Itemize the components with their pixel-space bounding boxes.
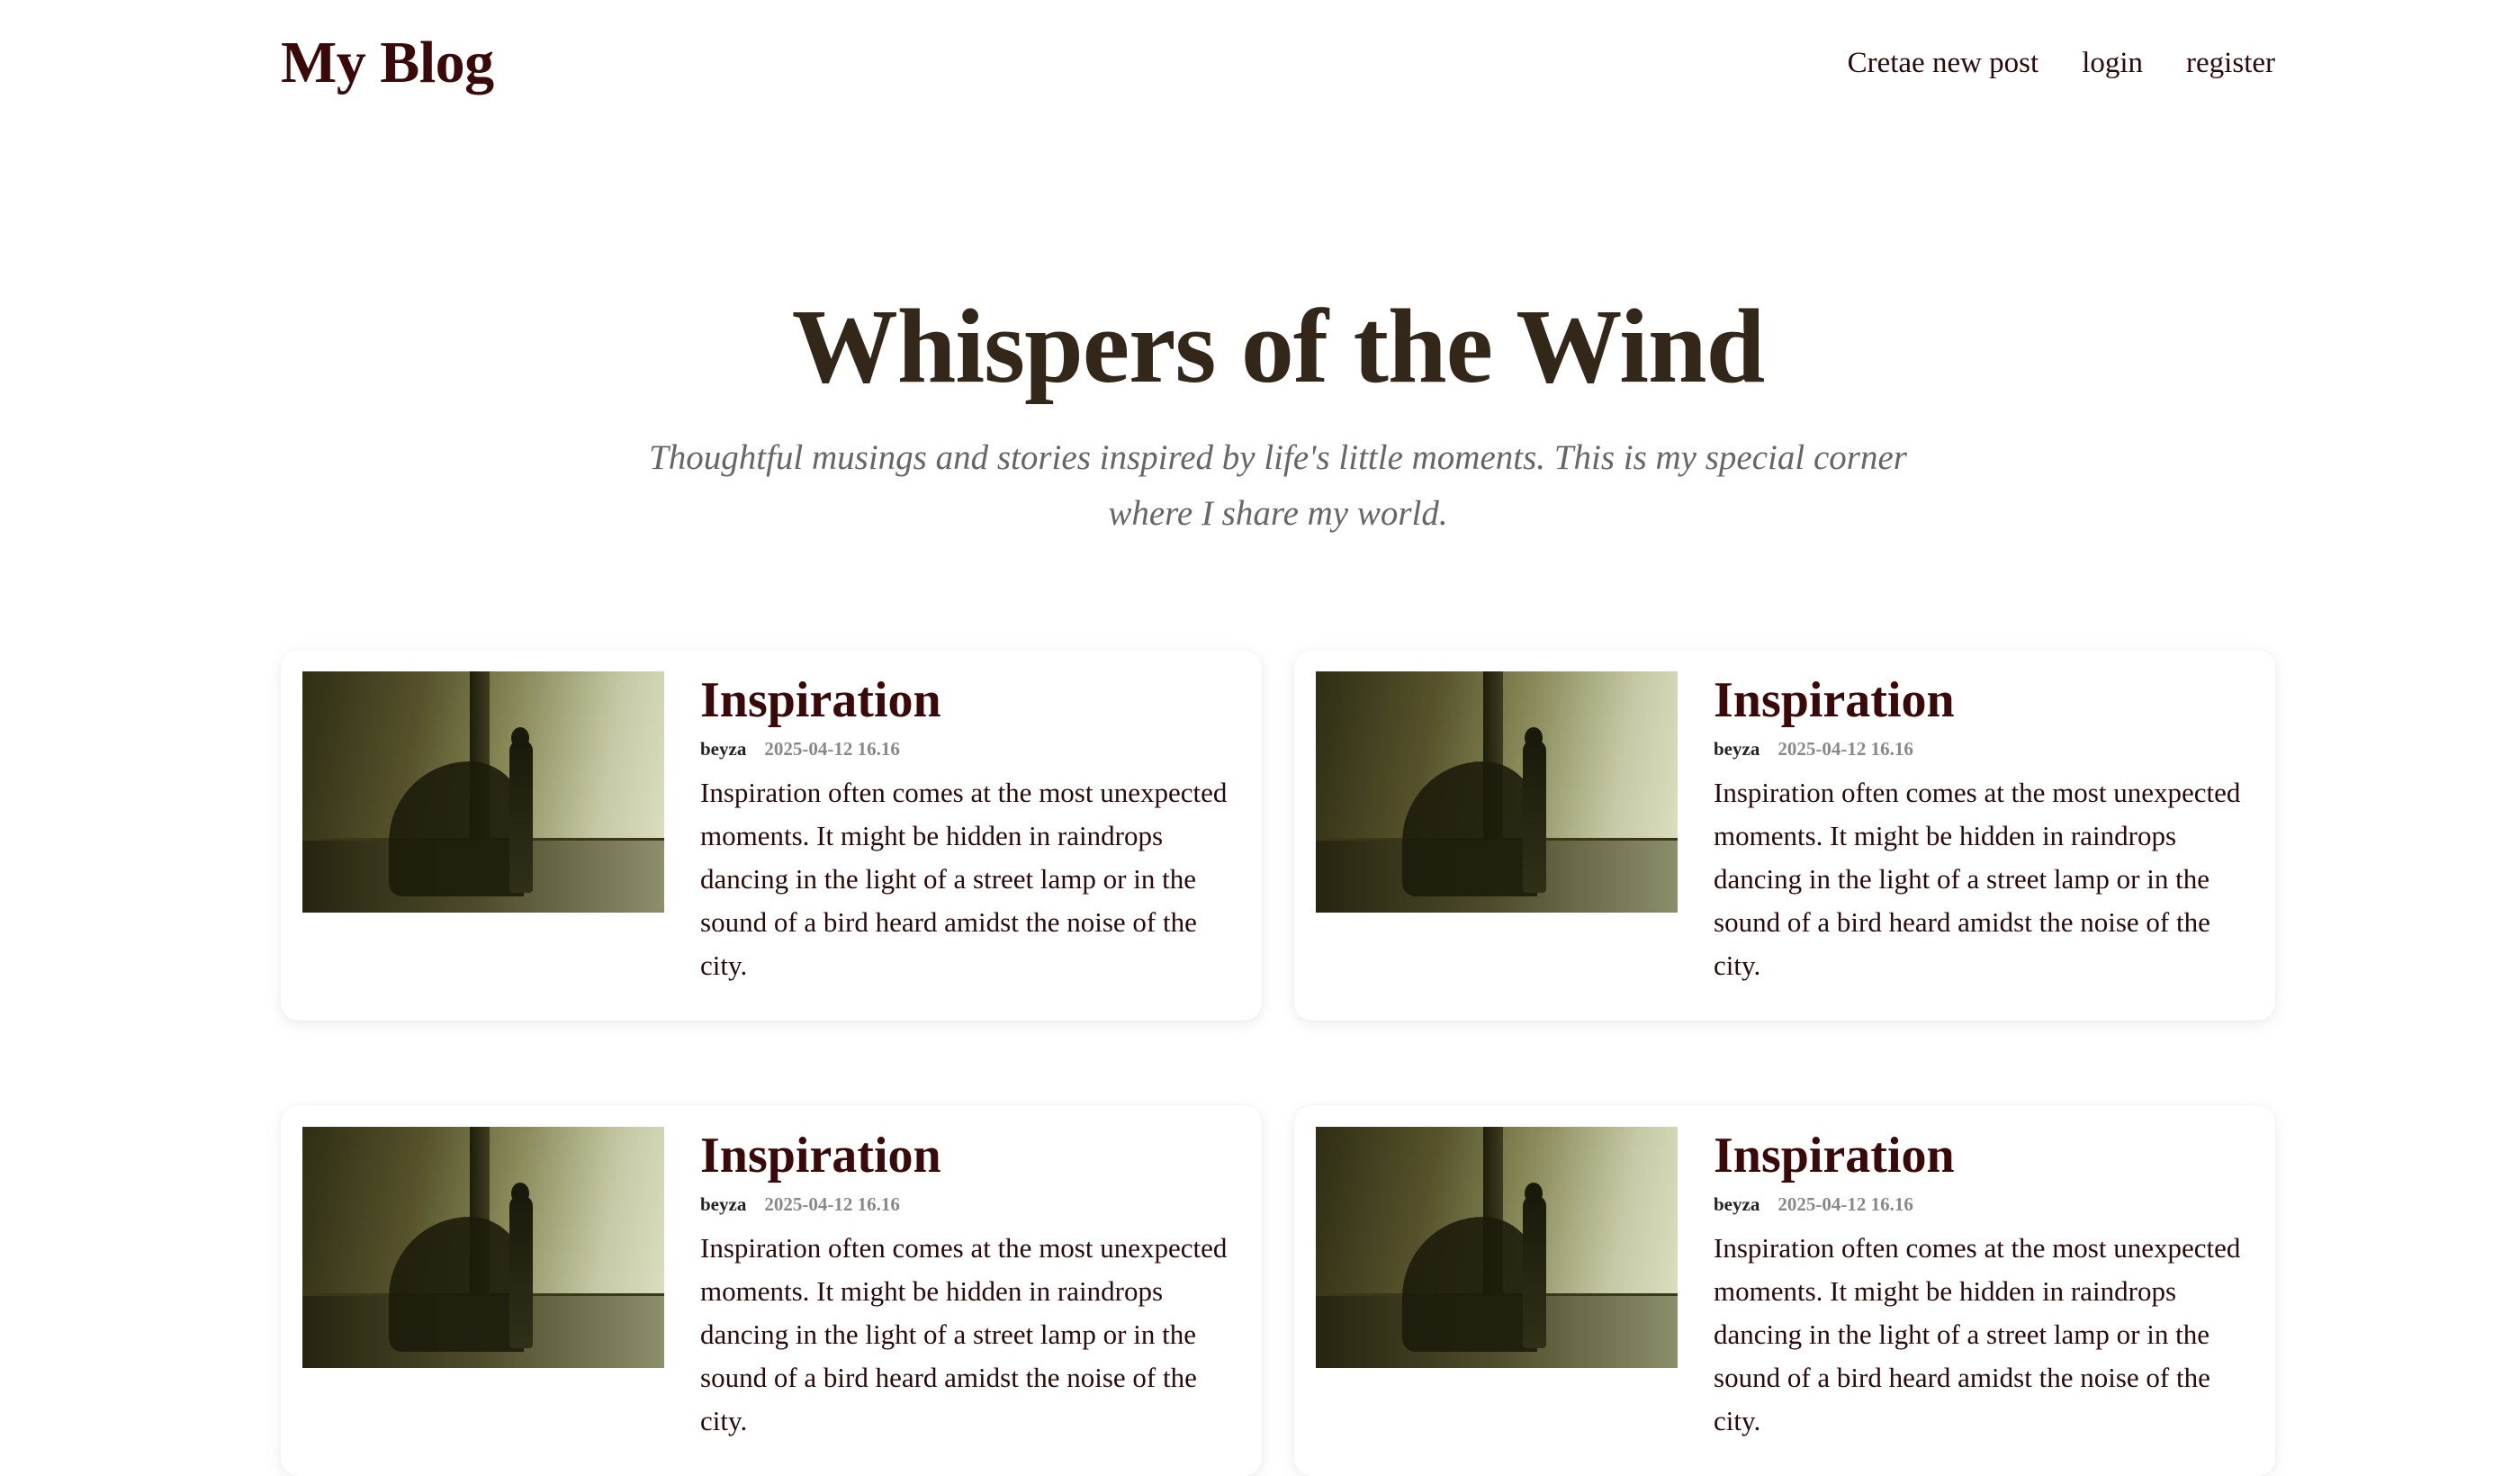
post-thumbnail <box>302 671 664 913</box>
main-nav: Cretae new post login register <box>1848 47 2275 80</box>
post-title[interactable]: Inspiration <box>700 673 1240 727</box>
post-date: 2025-04-12 16.16 <box>1778 1193 1913 1215</box>
site-logo[interactable]: My Blog <box>281 29 494 97</box>
post-title[interactable]: Inspiration <box>1714 673 2254 727</box>
post-meta: beyza 2025-04-12 16.16 <box>1714 1193 2254 1216</box>
hero-section: Whispers of the Wind Thoughtful musings … <box>281 288 2275 542</box>
hero-title: Whispers of the Wind <box>791 287 1766 405</box>
post-excerpt: Inspiration often comes at the most unex… <box>1714 1232 2241 1436</box>
post-excerpt: Inspiration often comes at the most unex… <box>1714 777 2241 981</box>
post-author: beyza <box>1714 738 1760 760</box>
post-card[interactable]: Inspiration beyza 2025-04-12 16.16 Inspi… <box>1294 650 2275 1021</box>
nav-login-link[interactable]: login <box>2082 47 2143 80</box>
nav-create-post-link[interactable]: Cretae new post <box>1848 47 2039 80</box>
hero-subtitle: Thoughtful musings and stories inspired … <box>649 438 1907 533</box>
post-meta: beyza 2025-04-12 16.16 <box>1714 738 2254 760</box>
post-date: 2025-04-12 16.16 <box>1778 738 1913 760</box>
post-author: beyza <box>700 1193 747 1215</box>
post-date: 2025-04-12 16.16 <box>764 738 900 760</box>
post-date: 2025-04-12 16.16 <box>764 1193 900 1215</box>
post-card[interactable]: Inspiration beyza 2025-04-12 16.16 Inspi… <box>1294 1105 2275 1476</box>
post-title[interactable]: Inspiration <box>700 1129 1240 1183</box>
post-excerpt: Inspiration often comes at the most unex… <box>700 777 1228 981</box>
post-author: beyza <box>1714 1193 1760 1215</box>
post-excerpt: Inspiration often comes at the most unex… <box>700 1232 1228 1436</box>
nav-register-link[interactable]: register <box>2186 47 2275 80</box>
page-container: My Blog Cretae new post login register W… <box>281 0 2275 1476</box>
post-thumbnail <box>302 1127 664 1368</box>
site-header: My Blog Cretae new post login register <box>281 0 2275 126</box>
post-card[interactable]: Inspiration beyza 2025-04-12 16.16 Inspi… <box>281 1105 1262 1476</box>
post-author: beyza <box>700 738 747 760</box>
post-grid: Inspiration beyza 2025-04-12 16.16 Inspi… <box>281 650 2275 1476</box>
post-thumbnail <box>1316 1127 1678 1368</box>
post-meta: beyza 2025-04-12 16.16 <box>700 738 1240 760</box>
post-card[interactable]: Inspiration beyza 2025-04-12 16.16 Inspi… <box>281 650 1262 1021</box>
post-meta: beyza 2025-04-12 16.16 <box>700 1193 1240 1216</box>
post-thumbnail <box>1316 671 1678 913</box>
post-title[interactable]: Inspiration <box>1714 1129 2254 1183</box>
